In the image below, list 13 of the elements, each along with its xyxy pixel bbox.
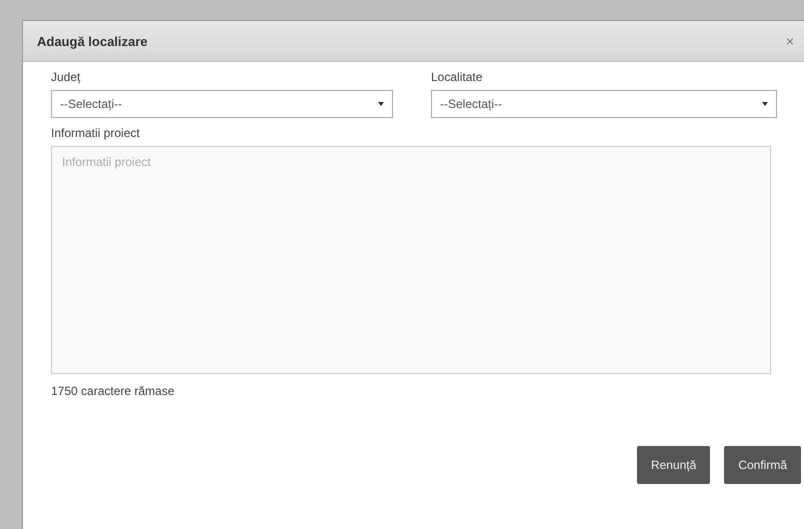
project-info-field[interactable]: Informatii proiect bbox=[51, 146, 771, 374]
field-label: Județ bbox=[51, 70, 80, 84]
dialog-title: Adaugă localizare bbox=[37, 34, 148, 48]
caret-icon bbox=[378, 102, 384, 106]
close-button[interactable]: × bbox=[782, 33, 798, 49]
dropdown[interactable]: --Selectați-- bbox=[431, 90, 777, 118]
action-button[interactable]: Renunță bbox=[636, 446, 710, 484]
dropdown[interactable]: --Selectați-- bbox=[51, 90, 393, 118]
caret-icon bbox=[762, 102, 768, 106]
action-button[interactable]: Confirmă bbox=[724, 446, 801, 484]
field-label: Informatii proiect bbox=[51, 126, 141, 140]
field-label: Localitate bbox=[431, 70, 482, 84]
character-counter: 1750 caractere rămase bbox=[51, 384, 176, 398]
